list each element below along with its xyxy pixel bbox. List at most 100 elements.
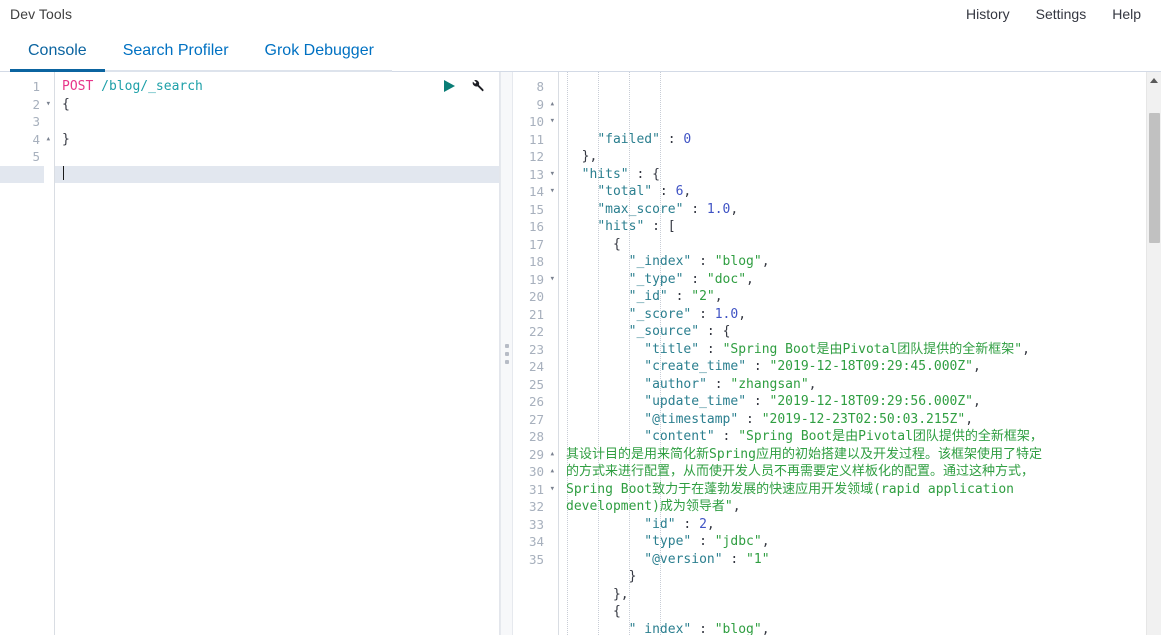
token-num: 2	[699, 516, 707, 532]
token-punc: :	[691, 534, 715, 549]
token-str: "2019-12-23T02:50:03.215Z"	[761, 411, 966, 427]
token-key: "author"	[644, 376, 707, 392]
topnav-item-history[interactable]: History	[966, 6, 1010, 22]
fold-down-icon[interactable]: ▾	[545, 271, 555, 289]
token-key: "create_time"	[644, 359, 747, 374]
code-line: "_id" : "2",	[566, 288, 1161, 306]
fold-down-icon[interactable]: ▾	[545, 183, 555, 201]
fold-up-icon[interactable]: ▴	[545, 446, 555, 464]
token-str: "2"	[691, 289, 715, 304]
line-number: 2 ▾	[32, 96, 51, 112]
token-punc	[566, 149, 582, 164]
token-punc: :	[714, 429, 739, 444]
line-number: 3	[32, 114, 40, 129]
topnav-item-help[interactable]: Help	[1112, 6, 1141, 22]
token-punc: :	[683, 201, 707, 217]
scroll-up-arrow-icon[interactable]	[1147, 72, 1161, 89]
token-brace: {	[62, 96, 70, 112]
token-key: "_index"	[628, 254, 692, 269]
fold-up-icon[interactable]: ▴	[545, 463, 555, 481]
response-vertical-scrollbar[interactable]	[1146, 72, 1161, 635]
response-code[interactable]: "failed" : 0 }, "hits" : { "total" : 6, …	[559, 72, 1161, 635]
token-method: POST	[62, 79, 94, 94]
token-key: "update_time"	[644, 394, 747, 409]
token-str: "2019-12-18T09:29:56.000Z"	[769, 394, 974, 409]
token-brace: {	[652, 166, 660, 182]
token-key: "type"	[644, 534, 692, 549]
token-key: "_id"	[628, 289, 668, 304]
token-brace: {	[612, 604, 621, 619]
code-line: "total" : 6,	[566, 183, 1161, 201]
code-line: },	[566, 148, 1161, 166]
token-punc: :	[659, 131, 684, 147]
code-line: "hits" : {	[566, 166, 1161, 184]
token-punc	[566, 534, 644, 549]
pane-resize-handle[interactable]	[500, 72, 513, 635]
play-icon[interactable]	[442, 79, 456, 93]
code-line: "_index" : "blog",	[566, 253, 1161, 271]
topnav-item-settings[interactable]: Settings	[1036, 6, 1087, 22]
token-punc	[566, 307, 629, 322]
token-punc: :	[644, 219, 668, 234]
token-key: "id"	[644, 516, 676, 532]
token-punc: :	[691, 306, 715, 322]
token-punc	[566, 412, 644, 427]
token-punc: :	[722, 551, 747, 567]
app-title: Dev Tools	[10, 6, 73, 22]
token-brace: {	[612, 236, 621, 252]
fold-down-icon[interactable]: ▾	[545, 481, 555, 499]
wrench-icon[interactable]	[470, 78, 485, 93]
code-line	[62, 165, 499, 184]
token-key: "_source"	[628, 324, 700, 339]
request-editor[interactable]: 12▾34▴56 POST /blog/_search{}	[0, 72, 499, 635]
token-punc: ,	[973, 359, 981, 374]
active-line-gutter-highlight	[0, 165, 44, 183]
token-punc	[566, 429, 644, 444]
token-punc	[566, 272, 629, 287]
tab-search-profiler[interactable]: Search Profiler	[104, 43, 247, 72]
token-brace: {	[722, 324, 731, 339]
token-punc: ,	[738, 306, 747, 322]
token-punc	[566, 324, 629, 339]
token-punc: :	[691, 621, 715, 635]
code-line: "max_score" : 1.0,	[566, 201, 1161, 219]
request-code[interactable]: POST /blog/_search{}	[55, 72, 499, 635]
token-key: "hits"	[597, 219, 645, 234]
line-number: 5	[32, 149, 40, 164]
token-key: "_score"	[628, 306, 692, 322]
token-brace: }	[628, 569, 637, 584]
token-punc	[566, 132, 597, 147]
code-line: "id" : 2,	[566, 516, 1161, 534]
fold-up-icon[interactable]: ▴	[41, 131, 51, 149]
token-punc	[566, 587, 613, 602]
code-line: "_index" : "blog",	[566, 621, 1161, 635]
token-str: "1"	[746, 551, 770, 567]
fold-up-icon[interactable]: ▴	[545, 96, 555, 114]
code-line: "type" : "jdbc",	[566, 533, 1161, 551]
response-editor[interactable]: 8 9 ▴ 10 ▾ 11 12 13 ▾ 14 ▾ 15 16 17 18 19 ▾ 20 21 22 23 24 25 2…	[500, 72, 1161, 635]
console-body: 12▾34▴56 POST /blog/_search{} 89▴10▾1112…	[0, 72, 1161, 635]
fold-down-icon[interactable]: ▾	[545, 166, 555, 184]
token-key: "content"	[644, 429, 715, 444]
token-punc: ,	[965, 411, 974, 427]
code-line: "@timestamp" : "2019-12-23T02:50:03.215Z…	[566, 411, 1161, 429]
tab-console[interactable]: Console	[10, 43, 105, 72]
token-key: "failed"	[597, 131, 660, 147]
token-key: "@version"	[644, 551, 723, 567]
token-punc: ,	[761, 621, 770, 635]
token-punc	[566, 359, 644, 374]
request-pane: 12▾34▴56 POST /blog/_search{}	[0, 72, 500, 635]
code-line: {	[62, 96, 499, 114]
fold-down-icon[interactable]: ▾	[41, 96, 51, 114]
token-punc: :	[652, 184, 676, 199]
fold-down-icon[interactable]: ▾	[545, 113, 555, 131]
token-punc: :	[746, 359, 770, 374]
token-punc	[566, 622, 629, 635]
token-punc: :	[746, 394, 770, 409]
token-punc: :	[706, 376, 731, 392]
scrollbar-thumb[interactable]	[1149, 113, 1160, 243]
token-punc	[566, 167, 582, 182]
tab-grok-debugger[interactable]: Grok Debugger	[246, 43, 393, 72]
token-url: /blog/_search	[101, 79, 203, 94]
